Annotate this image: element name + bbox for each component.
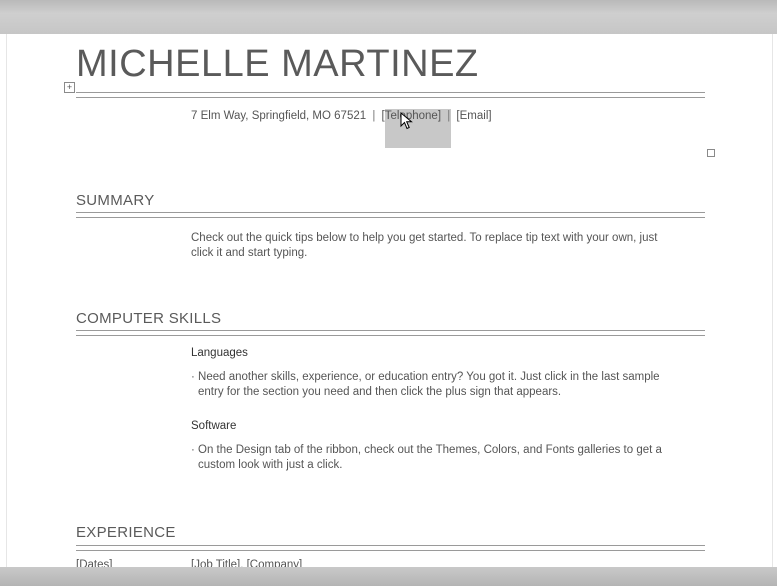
software-text[interactable]: · On the Design tab of the ribbon, check… <box>191 443 668 473</box>
job-title-field[interactable]: [Job Title], [Company] <box>191 559 302 567</box>
name-divider <box>76 92 705 98</box>
summary-text[interactable]: Check out the quick tips below to help y… <box>191 231 661 261</box>
summary-heading[interactable]: SUMMARY <box>76 192 155 209</box>
experience-heading[interactable]: EXPERIENCE <box>76 524 176 541</box>
computer-skills-divider <box>76 330 705 336</box>
contact-separator: | <box>447 110 451 122</box>
document-page[interactable]: + MICHELLE MARTINEZ 7 Elm Way, Springfie… <box>6 34 773 567</box>
summary-divider <box>76 212 705 218</box>
resume-name[interactable]: MICHELLE MARTINEZ <box>76 43 479 86</box>
mouse-pointer-icon <box>400 112 413 130</box>
window-top-bar <box>0 0 777 34</box>
anchor-box-icon[interactable] <box>707 149 715 157</box>
contact-separator: | <box>372 110 376 122</box>
address-field[interactable]: 7 Elm Way, Springfield, MO 67521 <box>191 110 366 122</box>
computer-skills-heading[interactable]: COMPUTER SKILLS <box>76 310 221 327</box>
window-bottom-bar <box>0 567 777 586</box>
email-field[interactable]: [Email] <box>456 110 491 122</box>
experience-divider <box>76 545 705 551</box>
languages-heading[interactable]: Languages <box>191 347 248 359</box>
dates-field[interactable]: [Dates] <box>76 559 112 567</box>
contact-line[interactable]: 7 Elm Way, Springfield, MO 67521 | [Tele… <box>191 110 492 122</box>
move-handle-icon[interactable]: + <box>64 82 75 93</box>
languages-text[interactable]: · Need another skills, experience, or ed… <box>191 370 668 400</box>
software-heading[interactable]: Software <box>191 420 236 432</box>
